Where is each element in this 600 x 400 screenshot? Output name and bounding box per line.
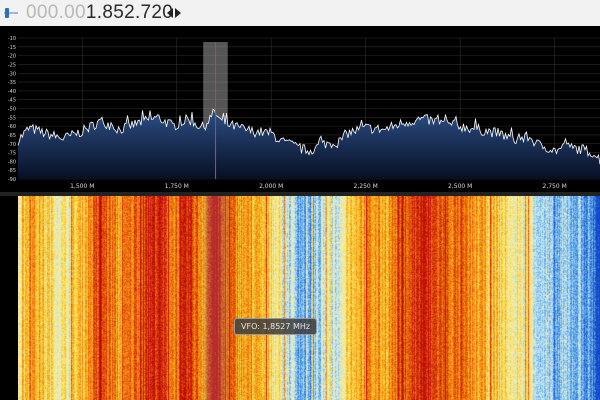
- y-tick-label: -40: [8, 89, 16, 95]
- slider-knob[interactable]: [5, 8, 9, 18]
- x-tick-label: 2,250 M: [354, 183, 378, 190]
- y-tick-label: -15: [8, 45, 16, 51]
- y-tick-label: -90: [8, 177, 16, 183]
- x-tick-label: 1,500 M: [70, 183, 94, 190]
- waterfall-panel[interactable]: [0, 196, 600, 400]
- x-tick-label: 2,750 M: [543, 183, 567, 190]
- frequency-toolbar: 000.001.852.720: [0, 0, 600, 26]
- y-tick-label: -55: [8, 115, 16, 121]
- y-tick-label: -70: [8, 142, 16, 148]
- slider-icon[interactable]: [4, 7, 18, 19]
- y-tick-label: -35: [8, 80, 16, 86]
- y-tick-label: -45: [8, 98, 16, 104]
- y-tick-label: -20: [8, 54, 16, 60]
- frequency-leading-zeros[interactable]: 000.00: [26, 2, 86, 23]
- waterfall-display[interactable]: [18, 196, 600, 400]
- y-tick-label: -50: [8, 107, 16, 113]
- y-tick-label: -30: [8, 71, 16, 77]
- x-tick-label: 1,750 M: [165, 183, 189, 190]
- step-left-arrow-icon[interactable]: [167, 8, 173, 18]
- y-tick-label: -85: [8, 168, 16, 174]
- y-tick-label: -10: [8, 36, 16, 42]
- x-tick-label: 2,000 M: [259, 183, 283, 190]
- y-axis-labels: -10 -15 -20 -25 -30 -35 -40 -45 -50 -55 -60 -65 -70 -…: [8, 36, 16, 183]
- y-tick-label: -65: [8, 133, 16, 139]
- vfo-tooltip: VFO: 1,8527 MHz: [234, 318, 318, 335]
- y-tick-label: -75: [8, 151, 16, 157]
- y-tick-label: -80: [8, 159, 16, 165]
- x-tick-label: 2,500 M: [448, 183, 472, 190]
- fft-spectrum-plot[interactable]: -10 -15 -20 -25 -30 -35 -40 -45 -50 -55 -60 -65 -70 -…: [0, 26, 600, 192]
- step-right-arrow-icon[interactable]: [175, 8, 181, 18]
- y-tick-label: -25: [8, 62, 16, 68]
- y-tick-label: -60: [8, 124, 16, 130]
- frequency-display[interactable]: 000.001.852.720: [26, 1, 173, 25]
- frequency-step-arrows-icon[interactable]: [167, 8, 181, 18]
- frequency-digits[interactable]: 1.852.720: [86, 2, 173, 23]
